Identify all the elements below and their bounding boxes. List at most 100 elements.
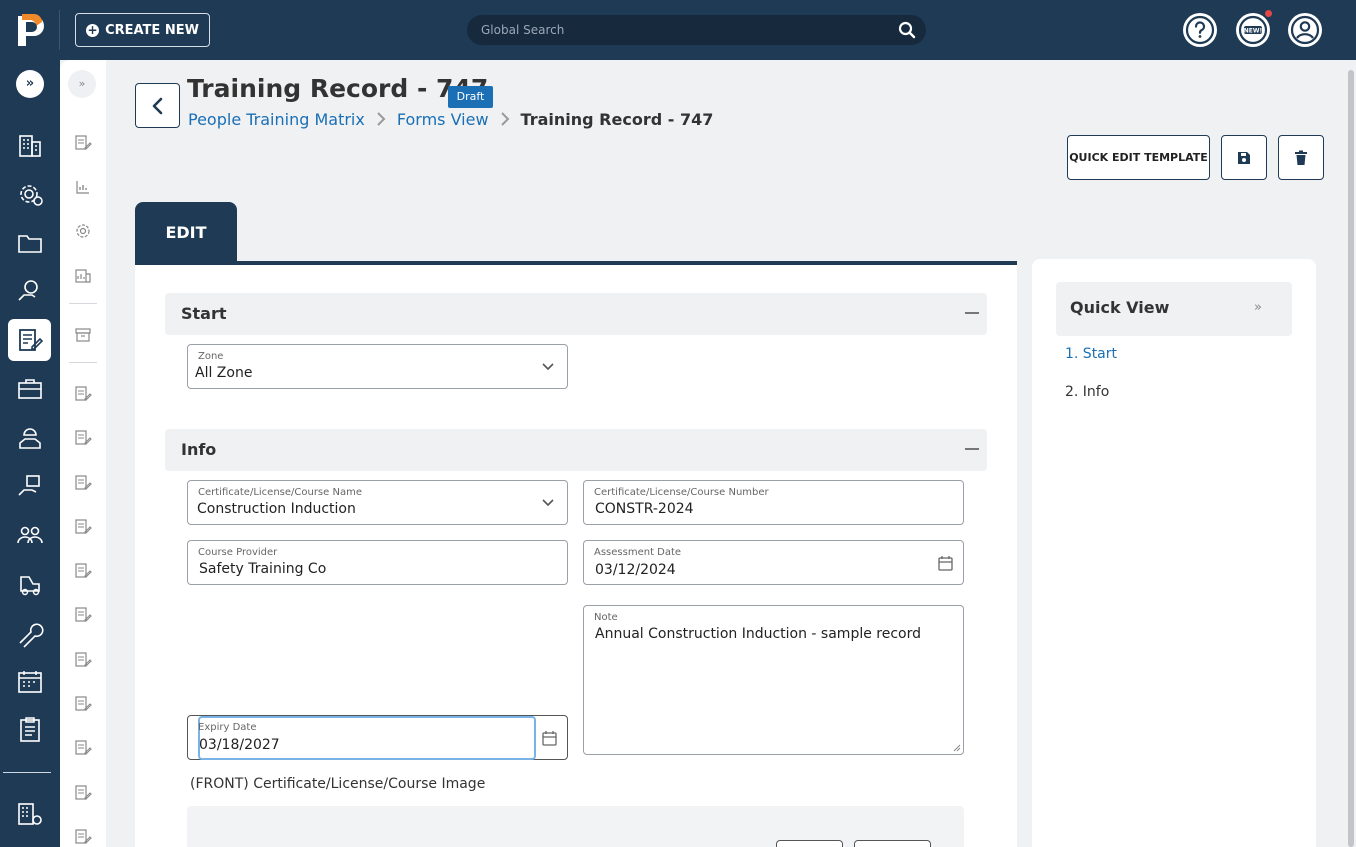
box-hand-icon[interactable] [15, 471, 45, 501]
page-scrollbar[interactable] [1346, 60, 1356, 847]
chart-icon[interactable] [74, 178, 92, 196]
quick-view-title: Quick View [1070, 298, 1170, 317]
course-provider-field[interactable]: Course Provider Safety Training Co [187, 540, 568, 585]
breadcrumb-current: Training Record - 747 [520, 109, 714, 129]
scrollbar-thumb[interactable] [1348, 70, 1354, 847]
section-info-header[interactable]: Info [165, 429, 987, 471]
form-edit-icon[interactable] [74, 828, 92, 846]
tab-edit[interactable]: EDIT [135, 202, 237, 262]
clipboard-icon[interactable] [15, 715, 45, 745]
zone-label: Zone [198, 351, 224, 362]
assessment-date-value: 03/12/2024 [595, 562, 676, 578]
save-button[interactable] [1221, 135, 1267, 180]
breadcrumb: People Training Matrix Forms View Traini… [188, 108, 713, 130]
form-edit-icon[interactable] [74, 739, 92, 757]
search-icon[interactable] [898, 21, 916, 39]
calendar-icon[interactable] [938, 555, 953, 571]
buildings-icon[interactable] [15, 130, 45, 160]
collapse-panel-icon[interactable]: » [1254, 300, 1262, 315]
course-name-label: Certificate/License/Course Name [198, 487, 362, 498]
quick-edit-template-label: QUICK EDIT TEMPLATE [1069, 151, 1208, 164]
note-value: Annual Construction Induction - sample r… [595, 626, 922, 642]
image-action-button[interactable] [776, 840, 843, 847]
folder-icon[interactable] [15, 228, 45, 258]
quick-view-panel: Quick View » 1. Start 2. Info [1032, 259, 1316, 847]
course-number-field[interactable]: Certificate/License/Course Number CONSTR… [583, 480, 964, 525]
worker-icon[interactable] [15, 423, 45, 453]
help-circle-icon [1185, 15, 1215, 45]
topbar-divider [59, 10, 60, 50]
assessment-date-field[interactable]: Assessment Date 03/12/2024 [583, 540, 964, 585]
quick-edit-template-button[interactable]: QUICK EDIT TEMPLATE [1067, 135, 1210, 180]
section-info-title: Info [181, 440, 217, 459]
chevron-down-icon [542, 363, 554, 371]
chevron-down-icon [542, 499, 554, 507]
global-search[interactable] [467, 15, 926, 45]
form-edit-icon[interactable] [74, 474, 92, 492]
wrench-icon[interactable] [15, 618, 45, 648]
quick-view-item-info[interactable]: 2. Info [1065, 384, 1109, 400]
assessment-date-label: Assessment Date [594, 547, 682, 558]
image-upload-area[interactable] [187, 806, 964, 847]
quick-view-header: Quick View » [1056, 282, 1292, 336]
section-start-header[interactable]: Start [165, 293, 987, 335]
save-icon [1238, 151, 1250, 164]
course-provider-value: Safety Training Co [199, 561, 327, 577]
expand-nav-button[interactable]: » [16, 70, 44, 98]
back-button[interactable] [135, 83, 180, 128]
global-search-input[interactable] [481, 21, 881, 39]
forklift-icon[interactable] [15, 569, 45, 599]
calendar-icon[interactable] [542, 730, 557, 746]
app-logo[interactable] [14, 12, 46, 48]
sub-nav-separator [69, 303, 97, 304]
expiry-date-field[interactable]: Expiry Date 03/18/2027 [187, 715, 568, 760]
note-textarea[interactable]: Note Annual Construction Induction - sam… [583, 605, 964, 755]
resize-handle-icon[interactable] [953, 744, 961, 752]
report-chart-icon[interactable] [74, 267, 92, 285]
collapse-icon[interactable] [965, 448, 979, 450]
zone-select[interactable]: Zone All Zone [187, 344, 568, 389]
form-edit-icon[interactable] [74, 385, 92, 403]
form-edit-icon[interactable] [74, 695, 92, 713]
breadcrumb-link-matrix[interactable]: People Training Matrix [188, 110, 365, 129]
whats-new-button[interactable]: NEW! [1236, 13, 1270, 47]
collapse-icon[interactable] [965, 312, 979, 314]
quick-view-item-start[interactable]: 1. Start [1065, 346, 1117, 362]
form-edit-icon[interactable] [74, 134, 92, 152]
form-edit-icon[interactable] [74, 518, 92, 536]
page-title: Training Record - 747 [187, 74, 489, 103]
form-card: Start Zone All Zone Info Certificate/Lic… [135, 261, 1017, 847]
course-number-value: CONSTR-2024 [595, 501, 694, 517]
form-edit-icon[interactable] [74, 606, 92, 624]
form-edit-icon[interactable] [74, 784, 92, 802]
new-badge-icon: NEW! [1238, 15, 1268, 45]
expiry-date-value[interactable]: 03/18/2027 [199, 737, 533, 753]
chevron-left-icon [152, 97, 162, 114]
people-icon[interactable] [15, 520, 45, 550]
help-button[interactable] [1183, 13, 1217, 47]
zone-value: All Zone [195, 365, 253, 381]
create-new-label: CREATE NEW [105, 22, 199, 38]
briefcase-icon[interactable] [15, 374, 45, 404]
hand-money-icon[interactable] [15, 276, 45, 306]
archive-icon[interactable] [74, 326, 92, 344]
form-edit-icon[interactable] [15, 325, 45, 355]
calendar-icon[interactable] [15, 667, 45, 697]
form-edit-icon[interactable] [74, 429, 92, 447]
tab-edit-label: EDIT [165, 222, 207, 242]
sub-nav-expand-button[interactable]: » [68, 70, 96, 98]
chevron-right-icon [377, 112, 386, 126]
building-settings-icon[interactable] [15, 799, 45, 829]
create-new-button[interactable]: + CREATE NEW [75, 13, 210, 47]
course-provider-label: Course Provider [198, 547, 278, 558]
gear-icon[interactable] [74, 222, 92, 240]
form-edit-icon[interactable] [74, 651, 92, 669]
course-name-select[interactable]: Certificate/License/Course Name Construc… [187, 480, 568, 525]
image-action-button[interactable] [854, 840, 931, 847]
breadcrumb-link-forms-view[interactable]: Forms View [397, 110, 489, 129]
svg-text:NEW!: NEW! [1244, 28, 1262, 35]
user-menu-button[interactable] [1288, 13, 1322, 47]
delete-button[interactable] [1278, 135, 1324, 180]
gear-alert-icon[interactable] [15, 179, 45, 209]
form-edit-icon[interactable] [74, 562, 92, 580]
